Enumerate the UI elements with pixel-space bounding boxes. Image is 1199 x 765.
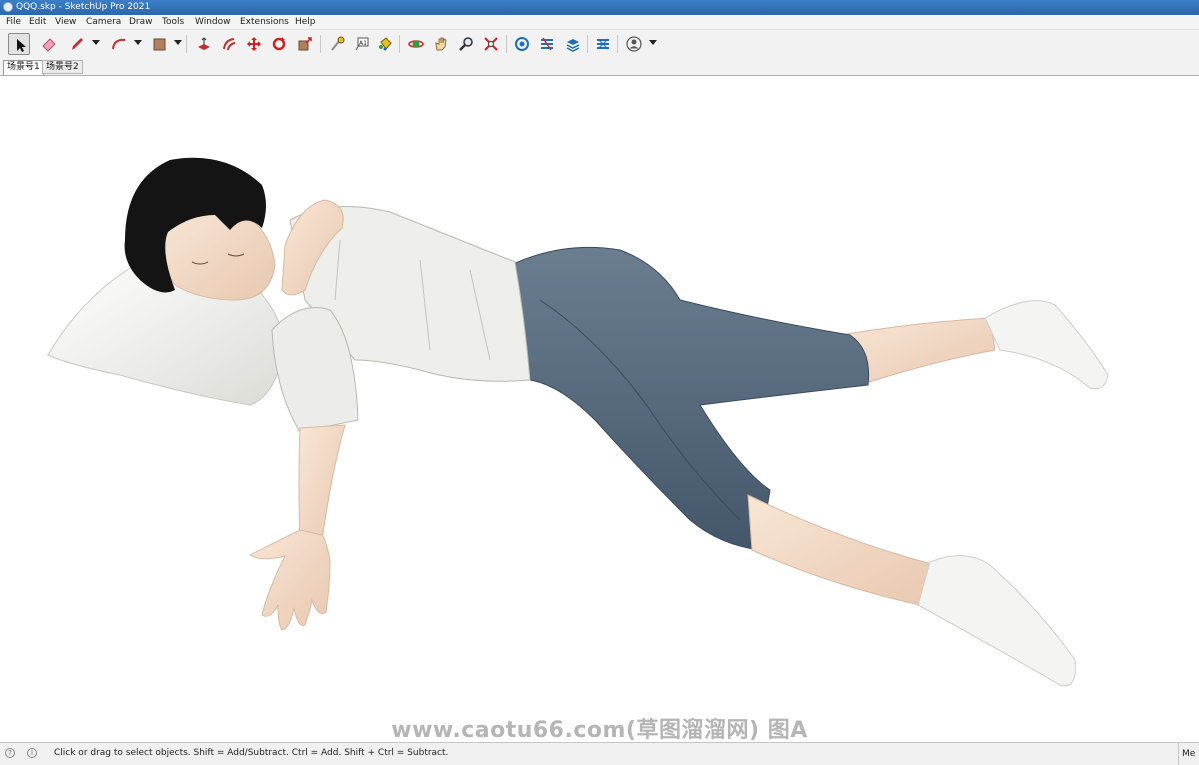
move-tool-button[interactable]	[243, 33, 265, 55]
line-tool-button[interactable]	[66, 33, 88, 55]
menu-view[interactable]: View	[55, 16, 76, 28]
menu-extensions[interactable]: Extensions	[240, 16, 289, 28]
menu-help[interactable]: Help	[295, 16, 316, 28]
menu-tools[interactable]: Tools	[162, 16, 184, 28]
paint-bucket-icon	[379, 37, 392, 51]
hand	[248, 529, 331, 631]
extension-manager-button[interactable]	[592, 33, 614, 55]
menu-camera[interactable]: Camera	[86, 16, 121, 28]
rectangle-tool-button[interactable]	[148, 33, 170, 55]
move-arrows-icon	[247, 37, 261, 51]
watermark-text: www.caotu66.com(草图溜溜网) 图A	[391, 718, 808, 742]
push-pull-icon	[198, 37, 210, 50]
account-button[interactable]	[623, 33, 645, 55]
arc-icon	[112, 38, 126, 50]
layout-stack-icon	[566, 39, 580, 52]
tape-measure-icon	[331, 36, 345, 51]
model-figure-render	[47, 157, 1109, 687]
pencil-icon	[72, 38, 83, 50]
orbit-tool-button[interactable]	[405, 33, 427, 55]
pan-tool-button[interactable]	[430, 33, 452, 55]
scene-tab-bar: 场景号1 场景号2	[0, 58, 1199, 76]
rotate-tool-button[interactable]	[268, 33, 290, 55]
modeling-viewport[interactable]: www.caotu66.com(草图溜溜网) 图A	[0, 76, 1199, 742]
svg-text:A1: A1	[359, 40, 367, 47]
menu-window[interactable]: Window	[195, 16, 231, 28]
status-bar: ? i Click or drag to select objects. Shi…	[0, 742, 1199, 765]
toolbar-separator	[506, 35, 507, 53]
menu-bar: File Edit View Camera Draw Tools Window …	[0, 15, 1199, 30]
select-arrow-icon	[17, 39, 26, 52]
zoom-tool-button[interactable]	[455, 33, 477, 55]
orbit-icon	[408, 40, 424, 48]
info-icon[interactable]: i	[27, 748, 37, 758]
sketchup-app-icon	[3, 2, 13, 12]
forearm	[298, 424, 346, 546]
menu-file[interactable]: File	[6, 16, 21, 28]
menu-draw[interactable]: Draw	[129, 16, 153, 28]
toolbar-separator	[186, 35, 187, 53]
line-dropdown-chevron-icon[interactable]	[92, 40, 100, 45]
main-toolbar: A1	[0, 30, 1199, 58]
magnifier-icon	[459, 37, 473, 51]
rectangle-icon	[153, 38, 166, 51]
hand-pan-icon	[435, 37, 447, 51]
toolbar-separator	[587, 35, 588, 53]
account-dropdown-chevron-icon[interactable]	[649, 40, 657, 45]
measurements-box[interactable]: Me	[1178, 743, 1199, 765]
extension-manager-icon	[597, 38, 609, 50]
tape-measure-tool-button[interactable]	[326, 33, 348, 55]
upper-sock	[984, 300, 1109, 390]
warehouse-icon	[515, 37, 529, 51]
offset-icon	[223, 38, 236, 51]
extension-warehouse-button[interactable]	[536, 33, 558, 55]
toolbar-separator	[617, 35, 618, 53]
text-tool-button[interactable]: A1	[351, 33, 373, 55]
zoom-extents-tool-button[interactable]	[480, 33, 502, 55]
eraser-icon	[42, 38, 56, 52]
paint-bucket-tool-button[interactable]	[374, 33, 396, 55]
eraser-tool-button[interactable]	[38, 33, 60, 55]
extension-warehouse-icon	[541, 37, 553, 51]
layout-button[interactable]	[562, 33, 584, 55]
scene-tab-1[interactable]: 场景号1	[3, 60, 44, 75]
toolbar-separator	[399, 35, 400, 53]
offset-tool-button[interactable]	[218, 33, 240, 55]
scene-tab-2[interactable]: 场景号2	[42, 60, 83, 74]
push-pull-tool-button[interactable]	[193, 33, 215, 55]
menu-edit[interactable]: Edit	[29, 16, 46, 28]
title-bar: QQQ.skp - SketchUp Pro 2021	[0, 0, 1199, 15]
text-label-icon: A1	[355, 37, 369, 51]
scale-tool-button[interactable]	[294, 33, 316, 55]
zoom-extents-icon	[484, 37, 498, 51]
toolbar-separator	[320, 35, 321, 53]
scale-icon	[298, 37, 312, 51]
status-message: Click or drag to select objects. Shift =…	[54, 748, 449, 758]
geo-location-icon[interactable]: ?	[5, 748, 15, 758]
lower-calf	[747, 494, 936, 606]
shape-dropdown-chevron-icon[interactable]	[174, 40, 182, 45]
arc-tool-button[interactable]	[108, 33, 130, 55]
user-account-icon	[626, 36, 642, 52]
lower-sock	[917, 555, 1076, 687]
window-title: QQQ.skp - SketchUp Pro 2021	[16, 2, 151, 12]
arc-dropdown-chevron-icon[interactable]	[134, 40, 142, 45]
jeans	[504, 246, 870, 551]
rotate-icon	[272, 37, 286, 51]
select-tool-button[interactable]	[8, 33, 30, 55]
3d-warehouse-button[interactable]	[511, 33, 533, 55]
